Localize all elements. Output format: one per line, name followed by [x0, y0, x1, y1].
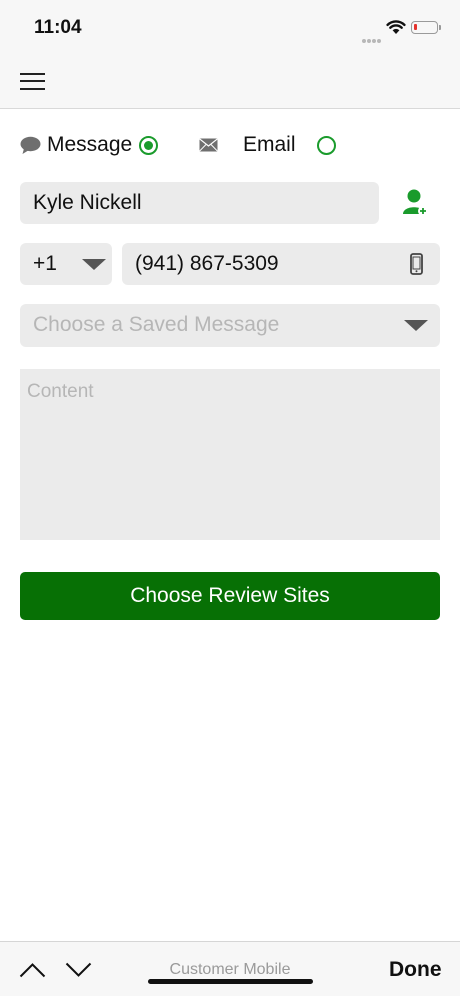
chevron-down-icon [82, 259, 106, 270]
done-button[interactable]: Done [389, 958, 442, 982]
country-code-value: +1 [33, 252, 57, 275]
wifi-icon [386, 20, 406, 34]
add-contact-icon[interactable] [403, 188, 429, 218]
cellular-signal-icon [362, 30, 382, 48]
hamburger-menu-icon[interactable] [20, 71, 45, 91]
saved-message-select[interactable]: Choose a Saved Message [20, 304, 440, 347]
choose-review-sites-button[interactable]: Choose Review Sites [20, 572, 440, 620]
customer-name-field[interactable]: Kyle Nickell [20, 182, 379, 224]
chevron-down-icon [404, 320, 428, 331]
status-bar: 11:04 [0, 0, 460, 56]
chat-bubble-icon [20, 136, 41, 154]
envelope-icon [199, 138, 218, 152]
email-radio[interactable] [317, 136, 336, 155]
content-textarea[interactable] [20, 369, 440, 540]
country-code-select[interactable]: +1 [20, 243, 112, 285]
message-option-label[interactable]: Message [47, 133, 132, 157]
battery-level [414, 24, 417, 30]
email-option-label[interactable]: Email [243, 133, 296, 157]
nav-bar [0, 56, 460, 109]
delivery-mode-selector: Message Email [0, 128, 460, 164]
customer-mobile-value: (941) 867-5309 [135, 252, 279, 275]
home-indicator [148, 979, 313, 984]
mobile-phone-icon [410, 253, 423, 275]
saved-message-placeholder: Choose a Saved Message [33, 313, 280, 336]
message-radio[interactable] [139, 136, 158, 155]
customer-name-value: Kyle Nickell [33, 191, 142, 214]
keyboard-toolbar: Customer Mobile Done [0, 941, 460, 996]
battery-icon [411, 21, 441, 34]
customer-mobile-field[interactable]: (941) 867-5309 [122, 243, 440, 285]
status-time: 11:04 [34, 17, 82, 38]
